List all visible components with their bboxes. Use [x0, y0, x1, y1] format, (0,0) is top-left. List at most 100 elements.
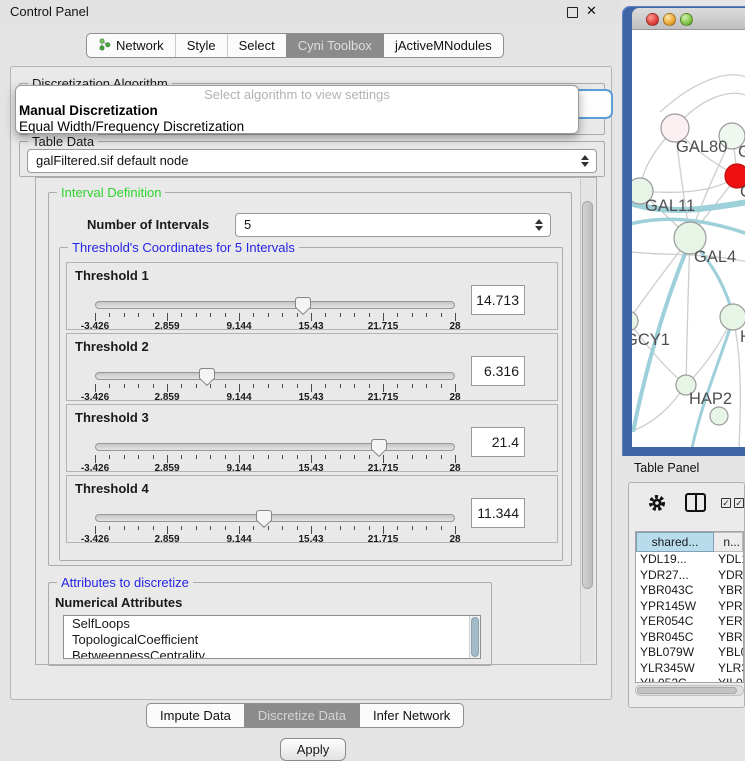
table-row[interactable]: YBR043CYBR0...: [636, 583, 743, 599]
cell-shared-name[interactable]: YDR27...: [636, 568, 714, 584]
cell-name[interactable]: YBR0...: [714, 630, 743, 646]
threshold-label: Threshold 2: [75, 339, 149, 354]
network-window-titlebar[interactable]: [632, 8, 745, 30]
cell-shared-name[interactable]: YPR145W: [636, 599, 714, 615]
dropdown-option-manual[interactable]: Manual Discretization: [16, 103, 578, 119]
tab-select[interactable]: Select: [227, 34, 286, 57]
zoom-traffic-light[interactable]: [680, 13, 693, 26]
table-row[interactable]: YBL079WYBL0...: [636, 645, 743, 661]
scrollbar-thumb[interactable]: [471, 617, 479, 657]
checkbox-icon-2[interactable]: ✓: [734, 498, 744, 508]
scale-tick-label: 2.859: [154, 534, 179, 545]
attribute-list-item[interactable]: BetweennessCentrality: [64, 648, 480, 659]
table-data-combobox[interactable]: galFiltered.sif default node: [27, 149, 597, 173]
cell-shared-name[interactable]: YBR043C: [636, 583, 714, 599]
table-row[interactable]: YLR345WYLR3...: [636, 661, 743, 677]
horizontal-scrollbar[interactable]: [635, 685, 744, 696]
table-row[interactable]: YER054CYER0...: [636, 614, 743, 630]
apply-button[interactable]: Apply: [280, 738, 346, 761]
cell-name[interactable]: YLR3...: [714, 661, 743, 677]
cell-name[interactable]: YER0...: [714, 614, 743, 630]
cell-name[interactable]: YDR2...: [714, 568, 743, 584]
dropdown-option-equal-width[interactable]: Equal Width/Frequency Discretization: [16, 119, 578, 134]
table-panel-title: Table Panel: [634, 461, 699, 475]
cell-shared-name[interactable]: YBR045C: [636, 630, 714, 646]
threshold-value-field[interactable]: 6.316: [471, 356, 525, 386]
table-row[interactable]: YDR27...YDR2...: [636, 568, 743, 584]
tab-infer-network[interactable]: Infer Network: [359, 704, 463, 727]
threshold-slider-track[interactable]: [95, 301, 455, 309]
threshold-value-field[interactable]: 14.713: [471, 285, 525, 315]
threshold-slider-track[interactable]: [95, 443, 455, 451]
cell-shared-name[interactable]: YDL19...: [636, 552, 714, 568]
network-node-gcy1[interactable]: [632, 311, 638, 331]
float-window-icon[interactable]: [567, 7, 578, 18]
numerical-attributes-heading: Numerical Attributes: [55, 595, 182, 610]
cell-shared-name[interactable]: YIL052C: [636, 676, 714, 683]
network-tree-icon: [98, 38, 111, 54]
tab-discretize-data[interactable]: Discretize Data: [244, 704, 359, 727]
cell-name[interactable]: YPR1...: [714, 599, 743, 615]
vertical-scrollbar[interactable]: [580, 179, 594, 663]
svg-text:HAP2: HAP2: [689, 390, 732, 408]
tab-jactivemnodules[interactable]: jActiveMNodules: [383, 34, 503, 57]
tab-cyni-toolbox[interactable]: Cyni Toolbox: [286, 34, 383, 57]
threshold-panel: Threshold 1 -3.4262.8599.14415.4321.7152…: [66, 262, 558, 330]
cell-name[interactable]: YIL0...: [714, 676, 743, 683]
scrollbar-thumb[interactable]: [582, 201, 593, 589]
tab-impute-data[interactable]: Impute Data: [147, 704, 244, 727]
cell-name[interactable]: YBR0...: [714, 583, 743, 599]
bottom-tab-bar: Impute Data Discretize Data Infer Networ…: [146, 703, 464, 728]
list-scrollbar[interactable]: [469, 616, 480, 658]
scrollbar-thumb[interactable]: [637, 687, 737, 694]
numerical-attributes-list[interactable]: SelfLoopsTopologicalCoefficientBetweenne…: [63, 615, 481, 659]
column-header-name[interactable]: n...: [714, 532, 743, 552]
cell-shared-name[interactable]: YER054C: [636, 614, 714, 630]
scale-tick-label: 28: [449, 534, 460, 545]
table-row[interactable]: YIL052CYIL0...: [636, 676, 743, 683]
combobox-spinner-icon[interactable]: [535, 217, 544, 233]
group-title: Threshold's Coordinates for 5 Intervals: [68, 240, 299, 255]
tab-label: Select: [239, 38, 275, 53]
cell-shared-name[interactable]: YBL079W: [636, 645, 714, 661]
split-columns-icon[interactable]: [685, 493, 706, 512]
cell-shared-name[interactable]: YLR345W: [636, 661, 714, 677]
threshold-slider-track[interactable]: [95, 372, 455, 380]
interval-definition-group: Interval Definition Number of Intervals …: [48, 192, 572, 566]
attribute-list-item[interactable]: SelfLoops: [64, 616, 480, 632]
cyni-toolbox-panel: Discretization Algorithm Select algorith…: [10, 66, 612, 700]
combobox-spinner-icon[interactable]: [581, 153, 590, 169]
minimize-traffic-light[interactable]: [663, 13, 676, 26]
column-header-shared-name[interactable]: shared...: [636, 532, 714, 552]
tab-network[interactable]: Network: [87, 34, 175, 57]
svg-text:GAL11: GAL11: [645, 197, 695, 215]
settings-scrollpane: Interval Definition Number of Intervals …: [35, 177, 597, 665]
threshold-label: Threshold 3: [75, 410, 149, 425]
node-table: shared... n... YDL19...YDL1...YDR27...YD…: [635, 531, 744, 683]
threshold-slider-track[interactable]: [95, 514, 455, 522]
scale-tick-label: 28: [449, 463, 460, 474]
top-tab-bar: Network Style Select Cyni Toolbox jActiv…: [86, 33, 504, 58]
network-canvas[interactable]: GAL80 G C GAL11 GAL4 GCY1 H HAP2: [632, 30, 745, 447]
gear-icon[interactable]: [647, 493, 667, 518]
checkbox-icon-1[interactable]: ✓: [721, 498, 731, 508]
table-header-row: shared... n...: [636, 532, 743, 552]
threshold-sliders: Threshold 1 -3.4262.8599.14415.4321.7152…: [66, 262, 558, 546]
table-row[interactable]: YDL19...YDL1...: [636, 552, 743, 568]
cell-name[interactable]: YBL0...: [714, 645, 743, 661]
network-node-bottom[interactable]: [710, 407, 728, 425]
tab-style[interactable]: Style: [175, 34, 227, 57]
number-of-intervals-combobox[interactable]: 5: [235, 213, 551, 237]
close-traffic-light[interactable]: [646, 13, 659, 26]
table-row[interactable]: YBR045CYBR0...: [636, 630, 743, 646]
close-icon[interactable]: ✕: [586, 3, 597, 19]
threshold-value-field[interactable]: 11.344: [471, 498, 525, 528]
group-title: Attributes to discretize: [57, 575, 193, 590]
threshold-value-field[interactable]: 21.4: [471, 427, 525, 457]
table-row[interactable]: YPR145WYPR1...: [636, 599, 743, 615]
attribute-list-item[interactable]: TopologicalCoefficient: [64, 632, 480, 648]
algorithm-dropdown-popup: Select algorithm to view settings Manual…: [15, 85, 579, 134]
cell-name[interactable]: YDL1...: [714, 552, 743, 568]
network-node-right-mid[interactable]: [720, 304, 745, 330]
scale-tick-label: 28: [449, 321, 460, 332]
